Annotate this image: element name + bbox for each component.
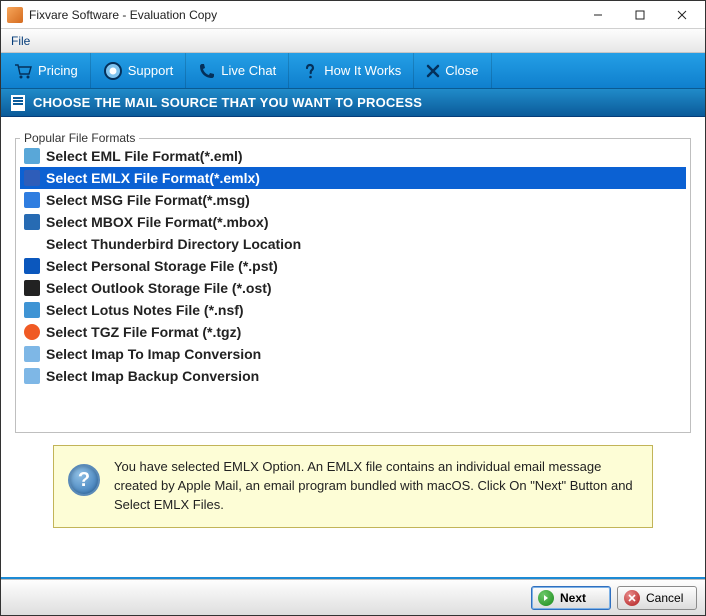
format-item-icon xyxy=(24,236,40,252)
support-icon xyxy=(103,61,123,81)
format-item-label: Select MBOX File Format(*.mbox) xyxy=(46,214,268,230)
format-item[interactable]: Select Lotus Notes File (*.nsf) xyxy=(20,299,686,321)
toolbar-pricing[interactable]: Pricing xyxy=(1,53,91,88)
next-button[interactable]: Next xyxy=(531,586,611,610)
footer: Next Cancel xyxy=(1,579,705,615)
hint-text: You have selected EMLX Option. An EMLX f… xyxy=(114,458,638,515)
toolbar-close[interactable]: Close xyxy=(414,53,491,88)
minimize-icon xyxy=(593,10,603,20)
formats-legend: Popular File Formats xyxy=(20,131,139,145)
format-item-label: Select MSG File Format(*.msg) xyxy=(46,192,250,208)
format-item-label: Select Personal Storage File (*.pst) xyxy=(46,258,278,274)
format-item[interactable]: Select Thunderbird Directory Location xyxy=(20,233,686,255)
format-item-label: Select Thunderbird Directory Location xyxy=(46,236,301,252)
toolbar: Pricing Support Live Chat How It Works C… xyxy=(1,53,705,89)
window-titlebar: Fixvare Software - Evaluation Copy xyxy=(1,1,705,29)
maximize-icon xyxy=(635,10,645,20)
format-item-label: Select Imap Backup Conversion xyxy=(46,368,259,384)
format-item-icon xyxy=(24,170,40,186)
format-item-label: Select EMLX File Format(*.emlx) xyxy=(46,170,260,186)
format-item-icon xyxy=(24,280,40,296)
format-item[interactable]: Select MSG File Format(*.msg) xyxy=(20,189,686,211)
format-item-label: Select EML File Format(*.eml) xyxy=(46,148,243,164)
banner-text: CHOOSE THE MAIL SOURCE THAT YOU WANT TO … xyxy=(33,95,422,110)
format-item[interactable]: Select Personal Storage File (*.pst) xyxy=(20,255,686,277)
cart-icon xyxy=(13,62,33,80)
window-title: Fixvare Software - Evaluation Copy xyxy=(29,8,577,22)
format-item[interactable]: Select Outlook Storage File (*.ost) xyxy=(20,277,686,299)
format-item-icon xyxy=(24,346,40,362)
question-icon xyxy=(301,62,319,80)
format-item[interactable]: Select Imap To Imap Conversion xyxy=(20,343,686,365)
format-item[interactable]: Select Imap Backup Conversion xyxy=(20,365,686,387)
cancel-button-label: Cancel xyxy=(646,591,683,605)
toolbar-livechat-label: Live Chat xyxy=(221,63,276,78)
toolbar-howitworks-label: How It Works xyxy=(324,63,401,78)
formats-fieldset: Popular File Formats Select EML File For… xyxy=(15,131,691,433)
format-item-icon xyxy=(24,214,40,230)
format-item[interactable]: Select EMLX File Format(*.emlx) xyxy=(20,167,686,189)
document-icon xyxy=(11,95,25,111)
toolbar-support[interactable]: Support xyxy=(91,53,187,88)
maximize-button[interactable] xyxy=(619,2,661,28)
format-item[interactable]: Select EML File Format(*.eml) xyxy=(20,145,686,167)
format-item-icon xyxy=(24,368,40,384)
format-item-label: Select Lotus Notes File (*.nsf) xyxy=(46,302,244,318)
toolbar-livechat[interactable]: Live Chat xyxy=(186,53,289,88)
format-item-icon xyxy=(24,258,40,274)
format-item-icon xyxy=(24,148,40,164)
page-banner: CHOOSE THE MAIL SOURCE THAT YOU WANT TO … xyxy=(1,89,705,117)
close-icon xyxy=(677,10,687,20)
minimize-button[interactable] xyxy=(577,2,619,28)
format-item-label: Select Outlook Storage File (*.ost) xyxy=(46,280,272,296)
format-item-label: Select TGZ File Format (*.tgz) xyxy=(46,324,241,340)
toolbar-close-label: Close xyxy=(445,63,478,78)
format-item[interactable]: Select MBOX File Format(*.mbox) xyxy=(20,211,686,233)
toolbar-howitworks[interactable]: How It Works xyxy=(289,53,414,88)
phone-icon xyxy=(198,62,216,80)
format-item-icon xyxy=(24,192,40,208)
info-icon: ? xyxy=(68,464,100,496)
menu-file[interactable]: File xyxy=(1,29,40,52)
next-arrow-icon xyxy=(538,590,554,606)
format-item-label: Select Imap To Imap Conversion xyxy=(46,346,261,362)
format-item-icon xyxy=(24,324,40,340)
next-button-label: Next xyxy=(560,591,586,605)
menubar: File xyxy=(1,29,705,53)
toolbar-pricing-label: Pricing xyxy=(38,63,78,78)
cancel-button[interactable]: Cancel xyxy=(617,586,697,610)
format-item-icon xyxy=(24,302,40,318)
hint-panel: ? You have selected EMLX Option. An EMLX… xyxy=(53,445,653,528)
app-icon xyxy=(7,7,23,23)
formats-list: Select EML File Format(*.eml) Select EMLX… xyxy=(20,145,686,387)
close-window-button[interactable] xyxy=(661,2,703,28)
content-area: Popular File Formats Select EML File For… xyxy=(1,117,705,547)
format-item[interactable]: Select TGZ File Format (*.tgz) xyxy=(20,321,686,343)
toolbar-support-label: Support xyxy=(128,63,174,78)
close-x-icon xyxy=(426,64,440,78)
cancel-x-icon xyxy=(624,590,640,606)
